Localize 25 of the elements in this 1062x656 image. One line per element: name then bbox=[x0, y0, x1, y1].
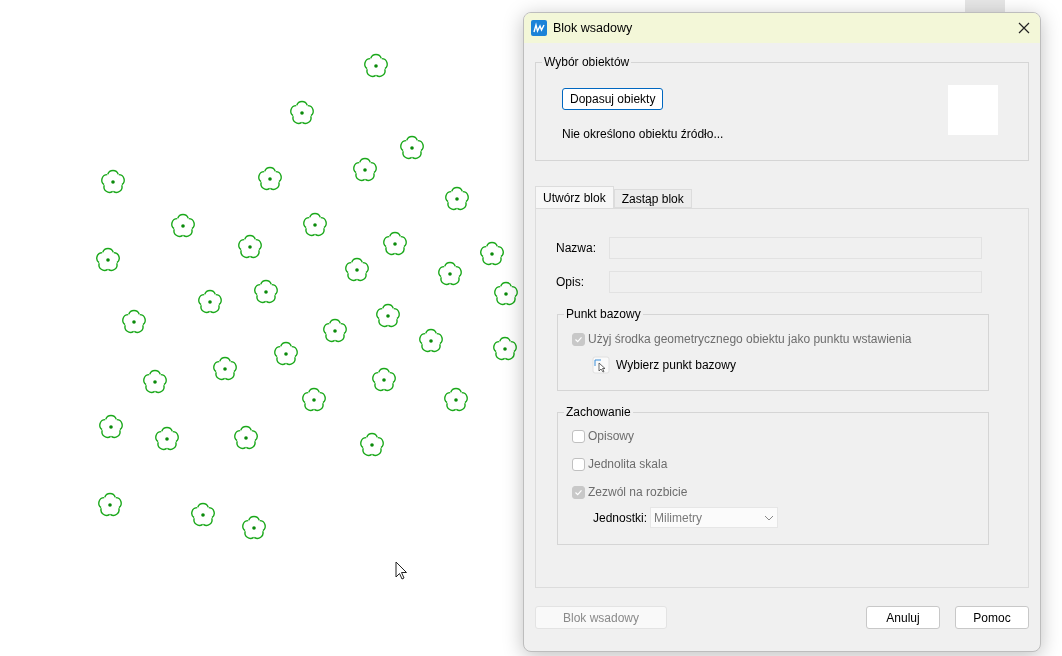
group-title: Wybór obiektów bbox=[543, 54, 631, 71]
group-title: Punkt bazowy bbox=[565, 306, 642, 323]
pick-point-icon[interactable] bbox=[592, 356, 610, 374]
checkmark-icon bbox=[574, 334, 583, 344]
close-icon[interactable] bbox=[1018, 22, 1030, 34]
checkbox-label: Użyj środka geometrycznego obiektu jako punktu wstawienia bbox=[588, 331, 912, 348]
dialog-button[interactable]: Anuluj bbox=[866, 606, 940, 629]
tab[interactable]: Utwórz blok bbox=[535, 186, 614, 208]
units-label: Jednostki: bbox=[593, 509, 648, 527]
group-title: Zachowanie bbox=[565, 404, 632, 421]
mouse-cursor-icon bbox=[395, 561, 408, 580]
pick-point-label[interactable]: Wybierz punkt bazowy bbox=[616, 356, 736, 374]
field-label: Nazwa: bbox=[556, 240, 597, 257]
status-text: Nie określono obiektu źródło... bbox=[562, 126, 724, 143]
checkbox-label: Jednolita skala bbox=[588, 456, 668, 473]
field-label: Opis: bbox=[556, 274, 585, 291]
tab[interactable]: Zastąp blok bbox=[613, 189, 692, 208]
match-objects-button[interactable]: Dopasuj obiekty bbox=[562, 88, 664, 110]
checkbox-label: Opisowy bbox=[588, 428, 634, 445]
dialog-button[interactable]: Pomoc bbox=[955, 606, 1029, 629]
app-logo-icon bbox=[531, 20, 547, 36]
checkbox-label: Zezwól na rozbicie bbox=[588, 484, 688, 501]
window-title: Blok wsadowy bbox=[553, 19, 634, 37]
chevron-down-icon bbox=[764, 514, 775, 521]
checkmark-icon bbox=[574, 487, 583, 497]
